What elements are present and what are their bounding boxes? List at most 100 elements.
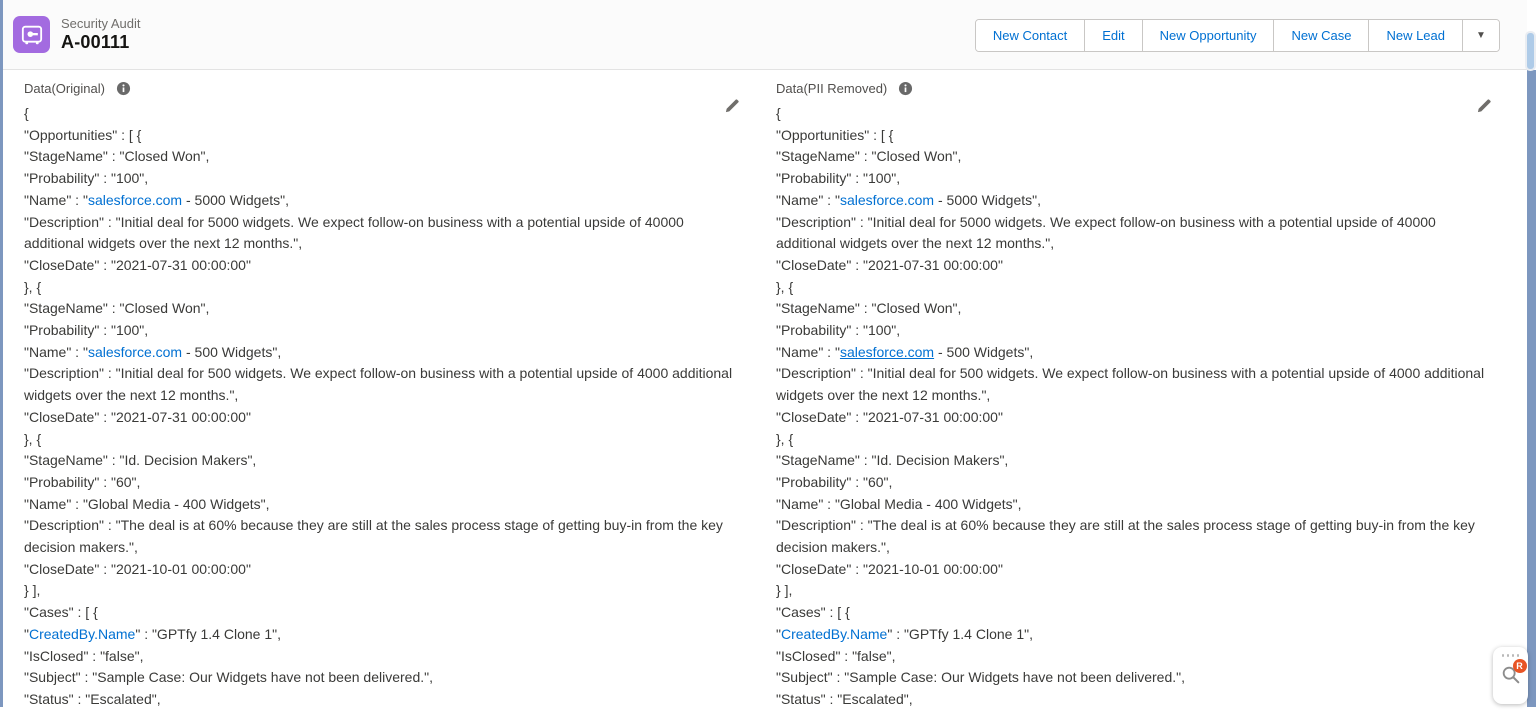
- json-line: "CloseDate" : "2021-10-01 00:00:00": [24, 559, 745, 581]
- createdby-name-link[interactable]: CreatedBy.Name: [781, 626, 887, 642]
- json-line: "Description" : "The deal is at 60% beca…: [24, 515, 745, 558]
- json-text: "Subject" : "Sample Case: Our Widgets ha…: [776, 669, 1185, 685]
- floating-assistant-widget[interactable]: R: [1493, 647, 1528, 704]
- record-header: Security Audit A-00111 New ContactEditNe…: [3, 0, 1527, 70]
- json-text: "Probability" : "60",: [24, 474, 140, 490]
- json-text: }, {: [24, 279, 41, 295]
- record-title: A-00111: [61, 32, 129, 53]
- json-line: }, {: [776, 277, 1497, 299]
- json-line: "Description" : "Initial deal for 5000 w…: [24, 212, 745, 255]
- json-line: "Name" : "salesforce.com - 500 Widgets",: [24, 342, 745, 364]
- dropdown-arrow-icon: ▼: [1476, 30, 1486, 41]
- json-text: "CloseDate" : "2021-10-01 00:00:00": [776, 561, 1003, 577]
- json-line: "Probability" : "100",: [24, 320, 745, 342]
- info-icon[interactable]: [898, 81, 913, 96]
- json-text: "Name" : "Global Media - 400 Widgets",: [776, 496, 1022, 512]
- pencil-icon: [723, 97, 741, 115]
- json-text: "Cases" : [ {: [776, 604, 850, 620]
- json-text: }, {: [24, 431, 41, 447]
- json-line: "Probability" : "100",: [24, 168, 745, 190]
- more-actions-button[interactable]: ▼: [1462, 20, 1499, 51]
- json-text: "CloseDate" : "2021-07-31 00:00:00": [776, 257, 1003, 273]
- json-line: "IsClosed" : "false",: [24, 646, 745, 668]
- salesforce-link[interactable]: salesforce.com: [840, 192, 934, 208]
- pencil-icon: [1475, 97, 1493, 115]
- json-line: "CloseDate" : "2021-10-01 00:00:00": [776, 559, 1497, 581]
- json-text: "StageName" : "Id. Decision Makers",: [776, 452, 1008, 468]
- json-text: "StageName" : "Closed Won",: [776, 300, 961, 316]
- json-line: "Name" : "Global Media - 400 Widgets",: [776, 494, 1497, 516]
- new-opportunity-button[interactable]: New Opportunity: [1142, 20, 1274, 51]
- edit-data-button[interactable]: [1475, 97, 1493, 115]
- data-pii-removed-panel: Data(PII Removed) {"Opportunities" : [ {…: [776, 71, 1497, 707]
- json-line: "Probability" : "100",: [776, 168, 1497, 190]
- json-text: "Opportunities" : [ {: [776, 127, 893, 143]
- info-icon[interactable]: [116, 81, 131, 96]
- json-line: "Description" : "The deal is at 60% beca…: [776, 515, 1497, 558]
- panel-label: Data(Original): [24, 81, 105, 96]
- json-text: } ],: [776, 582, 792, 598]
- new-lead-button[interactable]: New Lead: [1368, 20, 1462, 51]
- json-line: "CreatedBy.Name" : "GPTfy 1.4 Clone 1",: [776, 624, 1497, 646]
- json-line: "CloseDate" : "2021-07-31 00:00:00": [24, 407, 745, 429]
- edit-data-button[interactable]: [723, 97, 741, 115]
- json-line: "Description" : "Initial deal for 5000 w…: [776, 212, 1497, 255]
- scrollbar-thumb[interactable]: [1525, 31, 1536, 71]
- salesforce-link[interactable]: salesforce.com: [88, 344, 182, 360]
- json-line: "Description" : "Initial deal for 500 wi…: [24, 363, 745, 406]
- edit-button[interactable]: Edit: [1084, 20, 1141, 51]
- json-line: "Name" : "Global Media - 400 Widgets",: [24, 494, 745, 516]
- json-line: } ],: [24, 580, 745, 602]
- json-text: " : "GPTfy 1.4 Clone 1",: [887, 626, 1033, 642]
- object-type-label: Security Audit: [61, 16, 141, 31]
- json-text: "Description" : "The deal is at 60% beca…: [776, 517, 1475, 555]
- json-text: {: [776, 105, 781, 121]
- json-line: "StageName" : "Closed Won",: [776, 146, 1497, 168]
- json-text-original: {"Opportunities" : [ {"StageName" : "Clo…: [24, 103, 745, 711]
- createdby-name-link[interactable]: CreatedBy.Name: [29, 626, 135, 642]
- json-line: "Probability" : "60",: [24, 472, 745, 494]
- json-text: } ],: [24, 582, 40, 598]
- json-line: "CloseDate" : "2021-07-31 00:00:00": [776, 255, 1497, 277]
- json-line: "CloseDate" : "2021-07-31 00:00:00": [24, 255, 745, 277]
- new-contact-button[interactable]: New Contact: [976, 20, 1084, 51]
- json-text: "CloseDate" : "2021-07-31 00:00:00": [776, 409, 1003, 425]
- json-text: "Description" : "Initial deal for 500 wi…: [776, 365, 1484, 403]
- json-text: "StageName" : "Closed Won",: [24, 148, 209, 164]
- salesforce-link[interactable]: salesforce.com: [840, 344, 934, 360]
- json-line: "Name" : "salesforce.com - 5000 Widgets"…: [24, 190, 745, 212]
- json-text: "Subject" : "Sample Case: Our Widgets ha…: [24, 669, 433, 685]
- json-line: "CreatedBy.Name" : "GPTfy 1.4 Clone 1",: [24, 624, 745, 646]
- json-line: "Opportunities" : [ {: [776, 125, 1497, 147]
- data-original-panel: Data(Original) {"Opportunities" : [ {"St…: [24, 71, 745, 707]
- json-line: "Status" : "Escalated",: [24, 689, 745, 711]
- json-line: "Probability" : "60",: [776, 472, 1497, 494]
- json-line: }, {: [24, 277, 745, 299]
- action-button-group: New ContactEditNew OpportunityNew CaseNe…: [975, 19, 1500, 52]
- json-line: "Opportunities" : [ {: [24, 125, 745, 147]
- magnifier-icon[interactable]: R: [1500, 664, 1522, 688]
- json-text: "CloseDate" : "2021-07-31 00:00:00": [24, 409, 251, 425]
- json-text: "StageName" : "Closed Won",: [776, 148, 961, 164]
- json-text: "StageName" : "Closed Won",: [24, 300, 209, 316]
- json-text: - 5000 Widgets",: [182, 192, 289, 208]
- json-line: "StageName" : "Closed Won",: [776, 298, 1497, 320]
- json-line: "IsClosed" : "false",: [776, 646, 1497, 668]
- notification-badge: R: [1513, 659, 1527, 673]
- json-text: " : "GPTfy 1.4 Clone 1",: [135, 626, 281, 642]
- json-text: - 500 Widgets",: [182, 344, 281, 360]
- json-text-pii-removed: { "Opportunities" : [ { "StageName" : "Clo…: [776, 103, 1497, 711]
- drag-handle-dots-icon[interactable]: [1502, 654, 1520, 657]
- new-case-button[interactable]: New Case: [1273, 20, 1368, 51]
- json-line: "CloseDate" : "2021-07-31 00:00:00": [776, 407, 1497, 429]
- json-text: - 500 Widgets",: [934, 344, 1033, 360]
- json-text: "Probability" : "100",: [24, 170, 148, 186]
- salesforce-link[interactable]: salesforce.com: [88, 192, 182, 208]
- json-text: }, {: [776, 431, 793, 447]
- json-line: "Subject" : "Sample Case: Our Widgets ha…: [24, 667, 745, 689]
- json-text: "Name" : ": [24, 192, 88, 208]
- json-text: "IsClosed" : "false",: [776, 648, 895, 664]
- json-text: "Cases" : [ {: [24, 604, 98, 620]
- json-line: "Cases" : [ {: [776, 602, 1497, 624]
- json-text: "Probability" : "100",: [776, 322, 900, 338]
